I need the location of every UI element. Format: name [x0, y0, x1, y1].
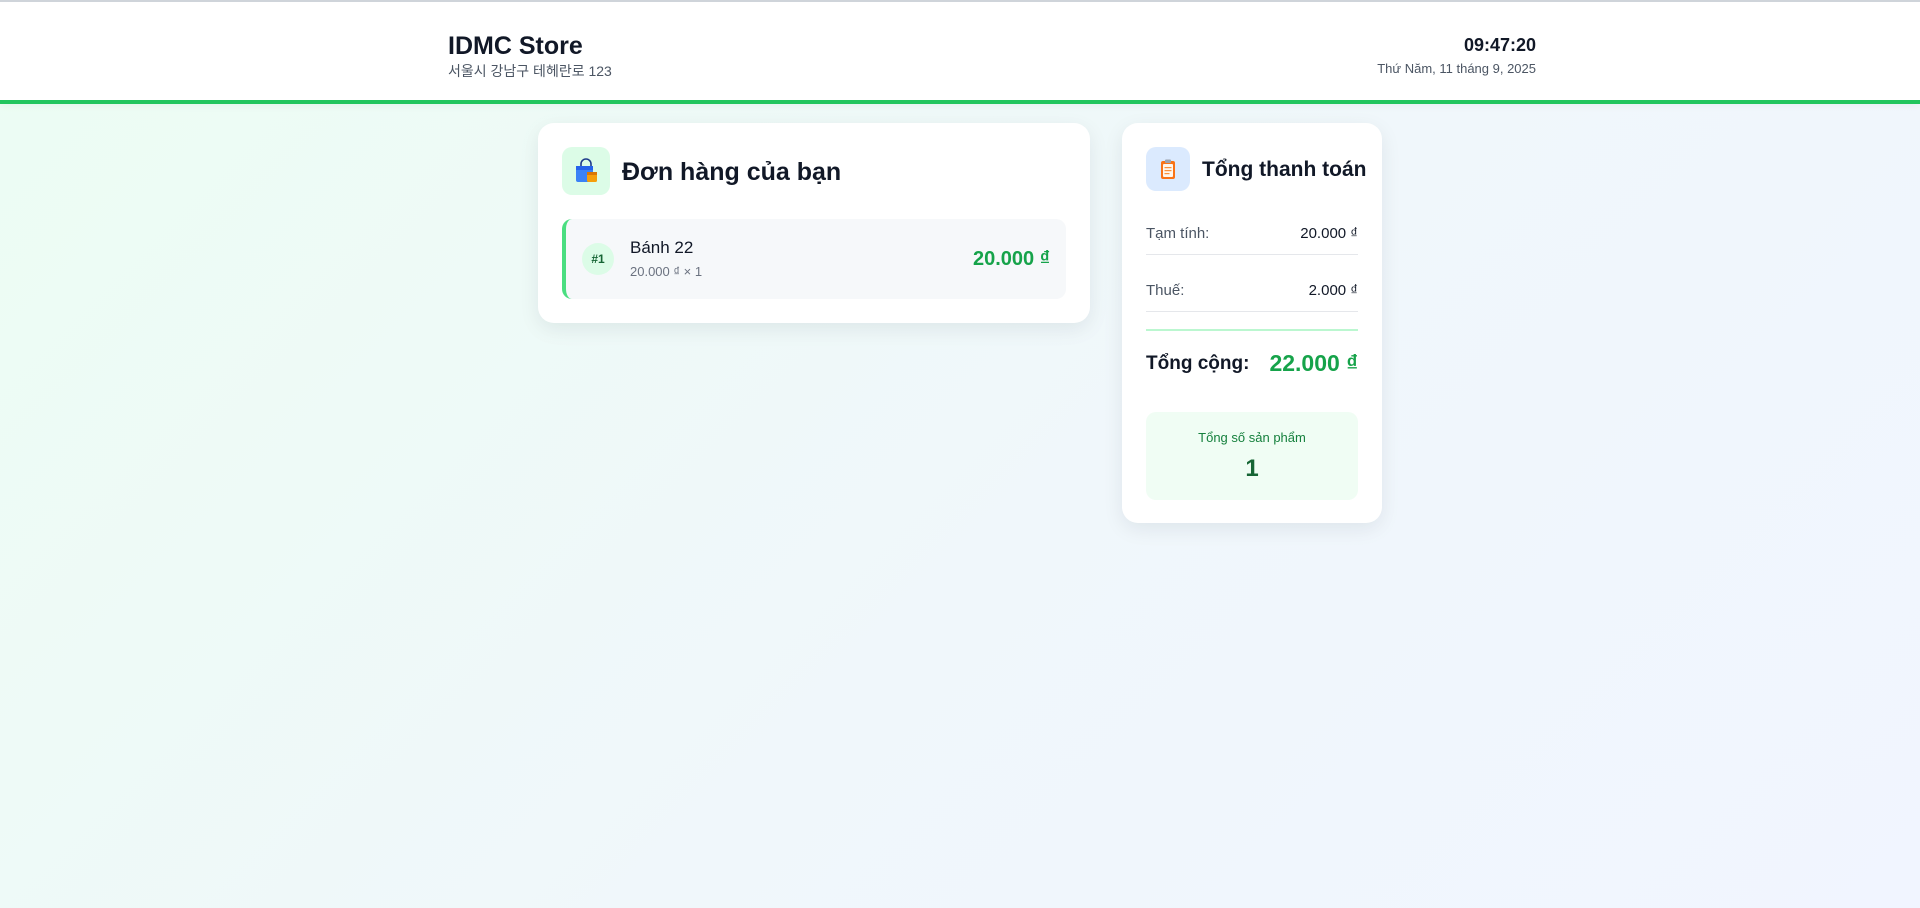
item-count-box: Tổng số sản phẩm 1	[1146, 412, 1358, 500]
summary-title: Tổng thanh toán	[1202, 158, 1367, 181]
item-index-badge: #1	[582, 243, 614, 275]
order-card: Đơn hàng của bạn #1 Bánh 22 20.000 ₫ × 1…	[538, 123, 1090, 323]
subtotal-value: 20.000 ₫	[1300, 225, 1358, 242]
order-title: Đơn hàng của bạn	[622, 158, 842, 186]
store-name: IDMC Store	[448, 32, 583, 60]
item-count-label: Tổng số sản phẩm	[1198, 430, 1306, 445]
total-value: 22.000 ₫	[1269, 350, 1358, 376]
store-header: IDMC Store 서울시 강남구 테헤란로 123 09:47:20 Thứ…	[0, 0, 1920, 104]
clock-date: Thứ Năm, 11 tháng 9, 2025	[1377, 61, 1536, 76]
clipboard-icon	[1146, 147, 1190, 191]
item-price: 20.000 ₫	[973, 248, 1050, 270]
item-name: Bánh 22	[630, 238, 694, 257]
shopping-bag-icon	[562, 147, 610, 195]
tax-label: Thuế:	[1146, 282, 1185, 299]
tax-value: 2.000 ₫	[1308, 282, 1358, 299]
payment-summary-card: Tổng thanh toán Tạm tính: 20.000 ₫ Thuế:…	[1122, 123, 1382, 523]
tax-row: Thuế: 2.000 ₫	[1146, 272, 1358, 312]
subtotal-label: Tạm tính:	[1146, 225, 1210, 242]
total-label: Tổng cộng:	[1146, 353, 1250, 374]
item-count-value: 1	[1245, 455, 1259, 482]
subtotal-row: Tạm tính: 20.000 ₫	[1146, 215, 1358, 255]
store-address: 서울시 강남구 테헤란로 123	[448, 63, 612, 79]
clock-time: 09:47:20	[1463, 35, 1536, 55]
list-item[interactable]: #1 Bánh 22 20.000 ₫ × 1 20.000 ₫	[562, 219, 1066, 299]
total-divider	[1146, 329, 1358, 331]
item-unit-price-quantity: 20.000 ₫ × 1	[630, 264, 703, 279]
